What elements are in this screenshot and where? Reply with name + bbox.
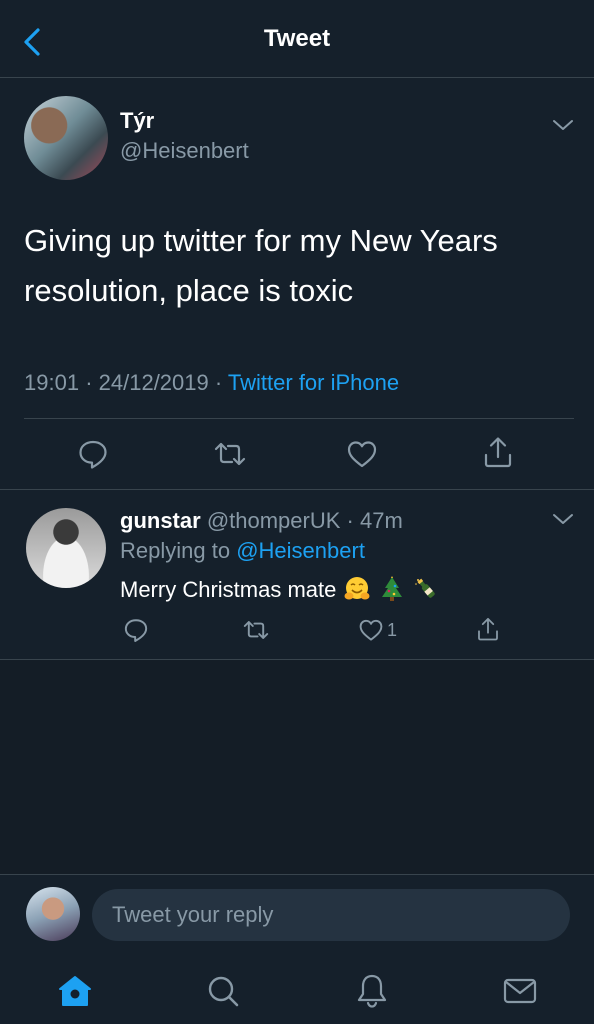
author-name[interactable]: Týr	[120, 108, 154, 134]
current-user-avatar[interactable]	[26, 887, 80, 941]
bell-icon	[357, 974, 387, 1008]
tweet-source[interactable]: Twitter for iPhone	[228, 370, 399, 395]
replying-label: Replying to	[120, 538, 231, 563]
meta-separator: ·	[214, 370, 228, 395]
reply-reply-button[interactable]	[122, 616, 150, 644]
reply-input-placeholder: Tweet your reply	[112, 902, 274, 927]
separator: ·	[346, 508, 354, 533]
author-handle[interactable]: @Heisenbert	[120, 138, 249, 164]
reply-share-button[interactable]	[474, 615, 502, 643]
page-title: Tweet	[263, 24, 331, 52]
reply-header: gunstar @thomperUK · 47m	[120, 508, 403, 534]
tweet-meta: 19:01 · 24/12/2019 · Twitter for iPhone	[24, 370, 399, 396]
comment-icon	[124, 619, 148, 642]
reply-tweet[interactable]: gunstar @thomperUK · 47m Replying to @He…	[0, 490, 594, 660]
back-button[interactable]	[14, 24, 50, 60]
envelope-icon	[503, 978, 537, 1004]
reply-input[interactable]: Tweet your reply	[92, 889, 570, 941]
chevron-down-icon[interactable]	[552, 512, 574, 526]
top-bar: Tweet	[0, 0, 594, 78]
champagne-bottle-emoji	[414, 578, 435, 598]
replying-mention[interactable]: @Heisenbert	[236, 538, 365, 563]
tab-home[interactable]	[56, 972, 94, 1010]
chevron-down-icon[interactable]	[552, 118, 574, 132]
christmas-tree-emoji	[381, 576, 402, 601]
retweet-button[interactable]	[213, 437, 247, 471]
share-button[interactable]	[481, 435, 515, 469]
reply-avatar[interactable]	[26, 508, 106, 588]
like-count: 1	[387, 620, 398, 640]
tweet-time: 19:01	[24, 370, 80, 395]
retweet-icon	[243, 621, 269, 639]
reply-retweet-button[interactable]	[242, 616, 270, 644]
main-tweet: Týr @Heisenbert Giving up twitter for my…	[0, 78, 594, 490]
reply-text: Merry Christmas mate	[120, 577, 337, 602]
tab-notifications[interactable]	[353, 972, 391, 1010]
share-icon	[484, 437, 512, 468]
reply-author-name[interactable]: gunstar	[120, 508, 201, 533]
replying-to: Replying to @Heisenbert	[120, 538, 365, 564]
reply-composer: Tweet your reply	[0, 874, 594, 954]
tab-search[interactable]	[204, 972, 242, 1010]
home-icon	[59, 976, 91, 1006]
chevron-left-icon	[24, 28, 40, 56]
empty-area	[0, 660, 594, 874]
heart-icon	[347, 441, 377, 468]
divider	[24, 418, 574, 419]
reply-text-row: Merry Christmas mate	[120, 576, 439, 603]
like-button[interactable]	[345, 437, 379, 471]
search-icon	[208, 976, 239, 1007]
retweet-icon	[214, 442, 246, 466]
reply-author-handle[interactable]: @thomperUK	[207, 508, 341, 533]
comment-icon	[79, 440, 107, 469]
meta-separator: ·	[85, 370, 99, 395]
reply-time: 47m	[360, 508, 403, 533]
tab-bar	[0, 954, 594, 1024]
author-avatar[interactable]	[24, 96, 108, 180]
tweet-text: Giving up twitter for my New Years resol…	[24, 223, 498, 308]
hugging-face-emoji	[344, 577, 370, 600]
tab-messages[interactable]	[501, 972, 539, 1010]
tweet-date: 24/12/2019	[98, 370, 209, 395]
reply-button[interactable]	[76, 437, 110, 471]
reply-like-button[interactable]	[357, 616, 385, 644]
share-icon	[478, 617, 498, 641]
heart-icon	[359, 619, 383, 641]
